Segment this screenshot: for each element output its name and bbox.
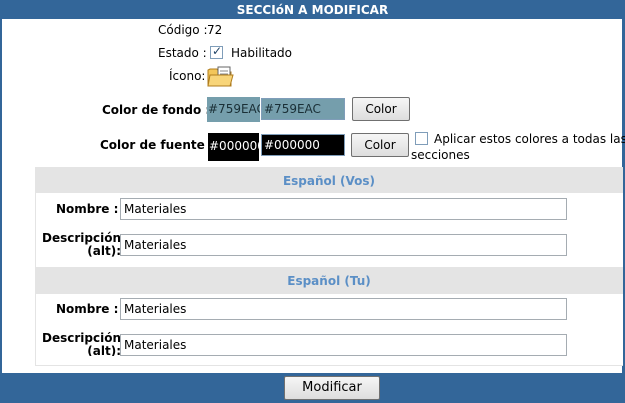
codigo-value: 72 bbox=[207, 23, 223, 37]
color-fuente-button[interactable]: Color bbox=[351, 133, 409, 157]
nombre-label: Nombre : bbox=[56, 302, 119, 316]
descripcion-label-line2: (alt): bbox=[87, 244, 121, 258]
descripcion-label: Descripción (alt): bbox=[42, 232, 121, 258]
estado-checkbox[interactable] bbox=[210, 44, 223, 59]
language-section-vos-header: Español (Vos) bbox=[35, 167, 623, 193]
apply-all-checkbox[interactable] bbox=[415, 132, 428, 145]
color-fondo-label: Color de fondo : bbox=[102, 103, 211, 117]
color-fondo-button[interactable]: Color bbox=[352, 97, 410, 121]
language-section-tu-header: Español (Tu) bbox=[35, 267, 623, 294]
color-fondo-swatch[interactable]: #759EAC bbox=[207, 97, 260, 122]
language-section-title: Español (Tu) bbox=[287, 274, 371, 288]
folder-with-document-icon[interactable] bbox=[207, 65, 235, 87]
modificar-button[interactable]: Modificar bbox=[284, 376, 380, 400]
estado-checkbox-label: Habilitado bbox=[231, 46, 293, 60]
nombre-input[interactable]: Materiales bbox=[120, 198, 567, 220]
section-header-title: SECCIóN A MODIFICAR bbox=[236, 3, 389, 17]
nombre-label: Nombre : bbox=[56, 202, 119, 216]
estado-label: Estado : bbox=[158, 46, 207, 60]
frame-left-border bbox=[0, 19, 2, 373]
descripcion-label-line2: (alt): bbox=[87, 344, 121, 357]
apply-all-label-line1: Aplicar estos colores a todas las bbox=[434, 132, 625, 146]
apply-all-label-line2: secciones bbox=[411, 148, 470, 162]
codigo-label: Código : bbox=[158, 23, 208, 37]
section-header: SECCIóN A MODIFICAR bbox=[0, 0, 625, 19]
color-fuente-swatch[interactable]: #000000 bbox=[208, 133, 259, 161]
color-fuente-label: Color de fuente : bbox=[100, 138, 214, 152]
footer-bar: Modificar bbox=[0, 373, 625, 403]
descripcion-input[interactable]: Materiales bbox=[120, 234, 567, 256]
color-fuente-input[interactable]: #000000 bbox=[261, 134, 345, 156]
color-fondo-input[interactable]: #759EAC bbox=[261, 98, 345, 120]
language-section-title: Español (Vos) bbox=[282, 174, 376, 188]
descripcion-label: Descripción (alt): bbox=[42, 332, 121, 356]
descripcion-input[interactable]: Materiales bbox=[120, 334, 567, 356]
icono-label: Ícono: bbox=[169, 69, 206, 83]
nombre-input[interactable]: Materiales bbox=[120, 298, 567, 320]
